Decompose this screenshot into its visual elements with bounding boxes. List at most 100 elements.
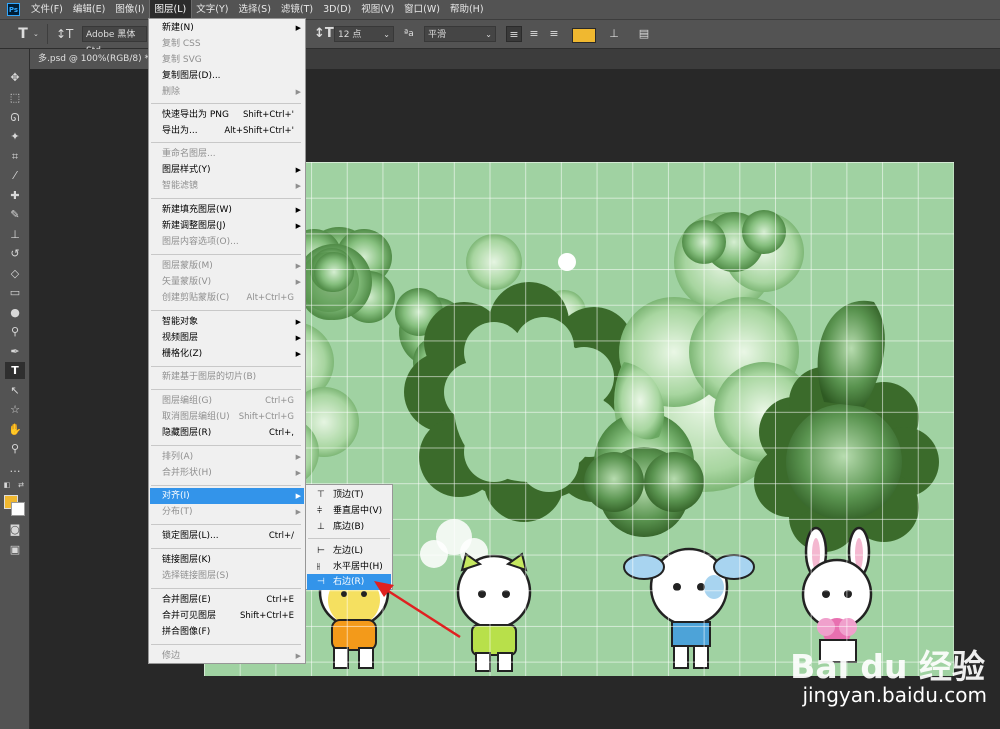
type-tool-preset-icon[interactable]: T <box>15 26 31 42</box>
menu-3d[interactable]: 3D(D) <box>318 0 356 19</box>
font-family-select[interactable]: Adobe 黑体 Std <box>82 26 147 56</box>
menu-item-copy-svg: 复制 SVG <box>162 55 202 65</box>
menu-item-link-layers[interactable]: 链接图层(K) <box>150 552 304 568</box>
path-selection-tool-icon[interactable]: ↖ <box>5 382 25 399</box>
gradient-tool-icon[interactable]: ▭ <box>5 284 25 301</box>
menu-item-duplicate-layer[interactable]: 复制图层(D)... <box>150 68 304 84</box>
menu-separator <box>151 524 301 525</box>
more-tools-icon[interactable]: … <box>5 460 25 477</box>
history-brush-tool-icon[interactable]: ↺ <box>5 245 25 262</box>
marquee-tool-icon[interactable]: ⬚ <box>5 89 25 106</box>
text-color-swatch[interactable] <box>572 28 596 43</box>
font-size-select[interactable]: 12 点 ⌄ <box>334 26 394 42</box>
align-hcenter-item[interactable]: ⫲ 水平居中(H) <box>307 559 391 575</box>
menu-item-merge-layers[interactable]: 合并图层(E) Ctrl+E <box>150 592 304 608</box>
menu-item-vector-mask: 矢量蒙版(V) ▶ <box>150 274 304 290</box>
align-hcenter-icon: ⫲ <box>317 562 320 572</box>
menu-item-new[interactable]: 新建(N) ▶ <box>150 20 304 36</box>
antialias-select[interactable]: 平滑 ⌄ <box>424 26 496 42</box>
antialias-icon: ªa <box>404 29 414 39</box>
document-canvas[interactable] <box>204 162 954 676</box>
brush-tool-icon[interactable]: ✎ <box>5 206 25 223</box>
default-colors-icon[interactable]: ◧ <box>2 477 12 494</box>
clone-stamp-tool-icon[interactable]: ⊥ <box>5 226 25 243</box>
crop-tool-icon[interactable]: ⌗ <box>5 148 25 165</box>
menu-item-rasterize[interactable]: 栅格化(Z) ▶ <box>150 346 304 362</box>
menu-bar: Ps 文件(F) 编辑(E) 图像(I) 图层(L) 文字(Y) 选择(S) 滤… <box>0 0 1000 20</box>
menu-separator <box>151 366 301 367</box>
menu-item-new-fill-layer[interactable]: 新建填充图层(W) ▶ <box>150 202 304 218</box>
menu-item-export-as[interactable]: 导出为... Alt+Shift+Ctrl+' <box>150 123 304 139</box>
menu-item-group-layers: 图层编组(G) Ctrl+G <box>162 396 294 406</box>
dodge-tool-icon[interactable]: ⚲ <box>5 323 25 340</box>
menu-item-layer-style[interactable]: 图层样式(Y) ▶ <box>150 162 304 178</box>
menu-item-video-layer[interactable]: 视频图层 ▶ <box>150 330 304 346</box>
toggle-orientation-icon[interactable]: ↕T <box>56 26 73 42</box>
menu-edit[interactable]: 编辑(E) <box>68 0 110 19</box>
menu-item-merge-visible[interactable]: 合并可见图层 Shift+Ctrl+E <box>150 608 304 624</box>
zoom-tool-icon[interactable]: ⚲ <box>5 440 25 457</box>
menu-item-ungroup-layers: 取消图层编组(U) Shift+Ctrl+G <box>162 412 294 422</box>
chevron-down-icon: ⌄ <box>383 30 390 39</box>
type-tool-icon[interactable]: T <box>5 362 25 379</box>
menu-image[interactable]: 图像(I) <box>110 0 149 19</box>
move-tool-icon[interactable]: ✥ <box>5 69 25 86</box>
menu-item-quick-export-png[interactable]: 快速导出为 PNG Shift+Ctrl+' <box>150 107 304 123</box>
align-center-text-icon[interactable]: ≡ <box>526 26 542 42</box>
menu-help[interactable]: 帮助(H) <box>445 0 489 19</box>
background-color-swatch[interactable] <box>11 502 25 516</box>
menu-item-new-layer-based-slice: 新建基于图层的切片(B) <box>162 372 257 382</box>
submenu-arrow-icon: ▶ <box>295 206 301 214</box>
align-top-item[interactable]: ⊤ 顶边(T) <box>307 487 391 503</box>
align-right-icon: ⊣ <box>317 577 325 587</box>
menu-type[interactable]: 文字(Y) <box>191 0 233 19</box>
pen-tool-icon[interactable]: ✒ <box>5 343 25 360</box>
warp-text-icon[interactable]: ⊥ <box>606 26 622 42</box>
menu-item-flatten-image[interactable]: 拼合图像(F) <box>150 624 304 640</box>
canvas-artwork <box>204 210 939 672</box>
screen-mode-icon[interactable]: ▣ <box>5 541 25 558</box>
hand-tool-icon[interactable]: ✋ <box>5 421 25 438</box>
align-right-text-icon[interactable]: ≡ <box>546 26 562 42</box>
chevron-down-icon[interactable]: ⌄ <box>33 26 39 42</box>
shape-tool-icon[interactable]: ☆ <box>5 401 25 418</box>
submenu-arrow-icon: ▶ <box>295 166 301 174</box>
swap-colors-icon[interactable]: ⇄ <box>16 477 26 494</box>
document-tab[interactable]: 多.psd @ 100%(RGB/8) * <box>30 49 148 69</box>
magic-wand-tool-icon[interactable]: ✦ <box>5 128 25 145</box>
align-left-item[interactable]: ⊢ 左边(L) <box>307 543 391 559</box>
eyedropper-tool-icon[interactable]: ⁄ <box>5 167 25 184</box>
align-vcenter-item[interactable]: ⫩ 垂直居中(V) <box>307 503 391 519</box>
eraser-tool-icon[interactable]: ◇ <box>5 265 25 282</box>
character-panel-icon[interactable]: ▤ <box>636 26 652 42</box>
align-left-text-icon[interactable]: ≡ <box>506 26 522 42</box>
tools-panel: ✥ ⬚ ᘏ ✦ ⌗ ⁄ ✚ ✎ ⊥ ↺ ◇ ▭ ● ⚲ ✒ T ↖ ☆ ✋ ⚲ … <box>0 49 30 729</box>
small-white-dot <box>558 253 576 271</box>
menu-item-new-adjustment-layer[interactable]: 新建调整图层(J) ▶ <box>150 218 304 234</box>
menu-item-distribute: 分布(T) ▶ <box>150 504 304 520</box>
menu-item-lock-layers[interactable]: 锁定图层(L)... Ctrl+/ <box>150 528 304 544</box>
menu-view[interactable]: 视图(V) <box>356 0 399 19</box>
menu-window[interactable]: 窗口(W) <box>399 0 445 19</box>
align-bottom-icon: ⊥ <box>317 522 325 532</box>
menu-item-rename-layer: 重命名图层... <box>162 149 216 159</box>
align-bottom-item[interactable]: ⊥ 底边(B) <box>307 519 391 535</box>
menu-select[interactable]: 选择(S) <box>233 0 275 19</box>
submenu-arrow-icon: ▶ <box>295 350 301 358</box>
menu-item-hide-layers[interactable]: 隐藏图层(R) Ctrl+, <box>150 425 304 441</box>
healing-brush-tool-icon[interactable]: ✚ <box>5 187 25 204</box>
submenu-arrow-icon: ▶ <box>295 182 301 190</box>
submenu-arrow-icon: ▶ <box>295 492 301 500</box>
align-vcenter-icon: ⫩ <box>317 506 323 516</box>
menu-item-align[interactable]: 对齐(I) ▶ <box>150 488 304 504</box>
quick-mask-icon[interactable]: ◙ <box>5 521 25 538</box>
menu-filter[interactable]: 滤镜(T) <box>276 0 318 19</box>
menu-separator <box>151 310 301 311</box>
menu-item-smart-object[interactable]: 智能对象 ▶ <box>150 314 304 330</box>
submenu-arrow-icon: ▶ <box>295 652 301 660</box>
lasso-tool-icon[interactable]: ᘏ <box>5 109 25 126</box>
blur-tool-icon[interactable]: ● <box>5 304 25 321</box>
menu-item-smart-filter: 智能滤镜 ▶ <box>150 178 304 194</box>
menu-layer[interactable]: 图层(L) <box>148 0 193 20</box>
menu-file[interactable]: 文件(F) <box>26 0 68 19</box>
